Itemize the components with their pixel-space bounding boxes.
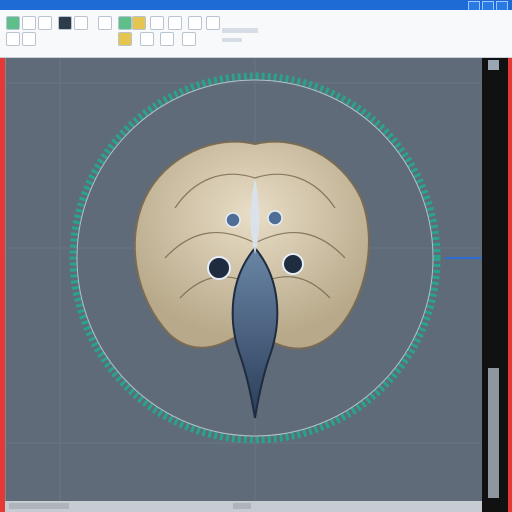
property-slider[interactable]	[222, 28, 258, 33]
redo-icon[interactable]	[74, 16, 88, 30]
layer-icon[interactable]	[6, 32, 20, 46]
grid-icon[interactable]	[22, 32, 36, 46]
right-panel	[482, 58, 512, 512]
select-icon[interactable]	[98, 16, 112, 30]
ornamental-flower	[133, 140, 370, 419]
color-icon[interactable]	[118, 32, 132, 46]
zoom-icon[interactable]	[188, 16, 202, 30]
status-bar	[5, 501, 482, 512]
right-edge	[508, 58, 512, 512]
save-icon[interactable]	[38, 16, 52, 30]
fill-icon[interactable]	[150, 16, 164, 30]
new-icon[interactable]	[6, 16, 20, 30]
title-bar	[0, 0, 512, 11]
open-icon[interactable]	[22, 16, 36, 30]
scrollbar-thumb[interactable]	[488, 60, 499, 70]
eraser-icon[interactable]	[132, 16, 146, 30]
rotate-icon[interactable]	[160, 32, 174, 46]
status-segment	[233, 503, 251, 509]
property-field[interactable]	[222, 38, 242, 42]
crop-icon[interactable]	[140, 32, 154, 46]
vertical-ruler	[5, 58, 6, 501]
scrollbar-track[interactable]	[488, 368, 499, 498]
settings-icon[interactable]	[206, 16, 220, 30]
status-segment	[9, 503, 69, 509]
flip-icon[interactable]	[182, 32, 196, 46]
canvas-artwork	[5, 58, 482, 501]
brush-icon[interactable]	[118, 16, 132, 30]
undo-icon[interactable]	[58, 16, 72, 30]
text-icon[interactable]	[168, 16, 182, 30]
toolbar	[0, 10, 512, 58]
drawing-canvas[interactable]	[5, 58, 482, 501]
